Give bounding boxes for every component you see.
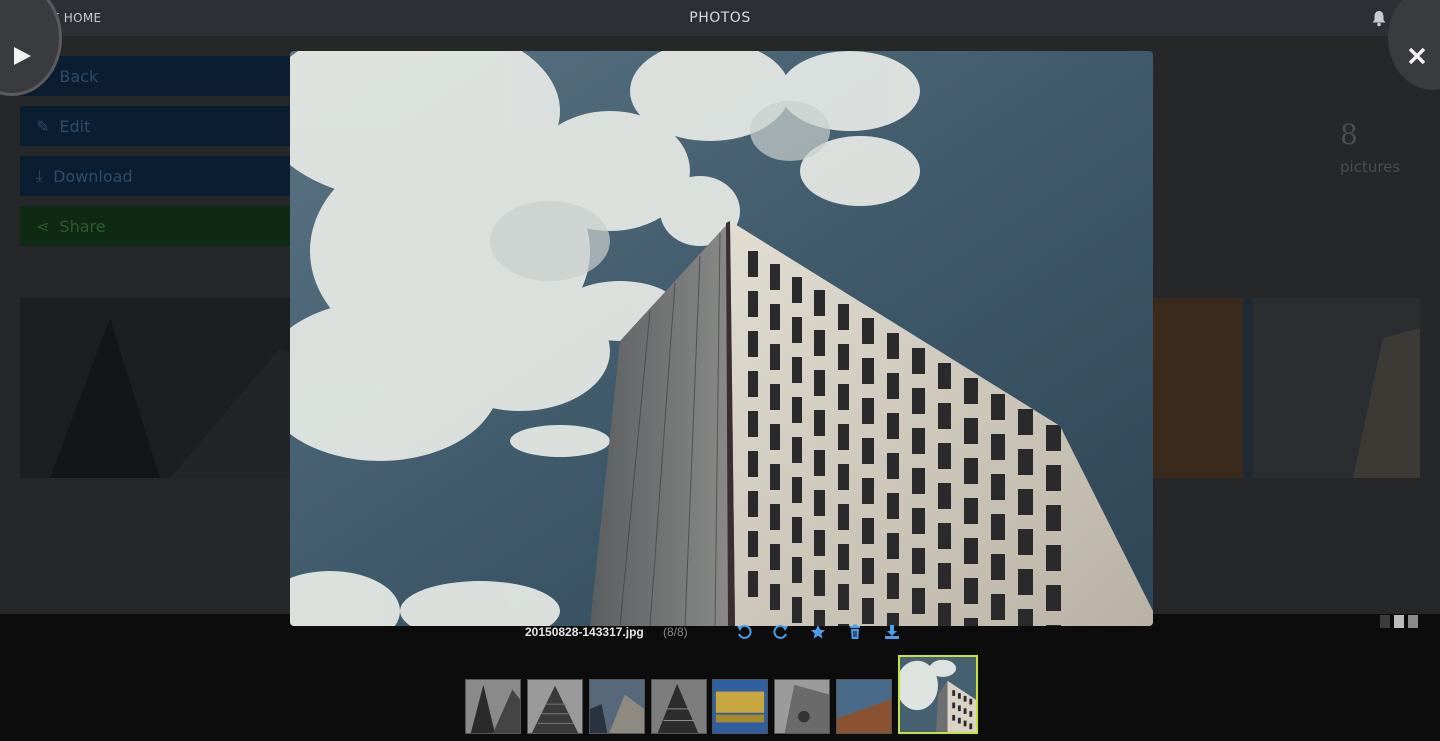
thumbnail-2[interactable] bbox=[527, 679, 583, 734]
back-button-label: Back bbox=[59, 66, 99, 86]
back-button[interactable]: ← Back bbox=[20, 56, 320, 96]
thumbnail-image bbox=[837, 680, 891, 733]
thumbnail-image bbox=[652, 680, 706, 733]
thumbnail-5[interactable] bbox=[712, 679, 768, 734]
rotate-right-icon[interactable] bbox=[773, 624, 789, 640]
thumbnail-image bbox=[528, 680, 582, 733]
photo-filename: 20150828-143317.jpg bbox=[525, 625, 644, 639]
view-toggle-icon[interactable] bbox=[1408, 615, 1418, 628]
rotate-left-icon[interactable] bbox=[736, 624, 752, 640]
thumbnail-6[interactable] bbox=[774, 679, 830, 734]
picture-count: 8 bbox=[1340, 118, 1358, 151]
thumbnail-image bbox=[590, 680, 644, 733]
thumbnail-image bbox=[466, 680, 520, 733]
photo-counter: (8/8) bbox=[663, 625, 688, 639]
thumbnail-image bbox=[713, 680, 767, 733]
picture-count-label: pictures bbox=[1340, 158, 1401, 176]
download-icon: ⤓ bbox=[36, 166, 44, 185]
bell-icon[interactable] bbox=[1370, 9, 1388, 27]
edit-button-label: Edit bbox=[59, 116, 91, 136]
page-title: PHOTOS bbox=[689, 10, 751, 26]
top-bar: BACK HOME PHOTOS bbox=[0, 0, 1440, 36]
view-toggle-icon[interactable] bbox=[1394, 615, 1404, 628]
share-button[interactable]: ⋖ Share bbox=[20, 206, 320, 246]
close-icon[interactable] bbox=[1408, 47, 1426, 65]
main-photo bbox=[290, 51, 1153, 626]
thumbnail-8-active[interactable] bbox=[898, 655, 978, 734]
view-toggle-icon[interactable] bbox=[1380, 615, 1390, 628]
background-photo bbox=[1153, 298, 1420, 478]
edit-button[interactable]: ✎ Edit bbox=[20, 106, 320, 146]
thumbnail-4[interactable] bbox=[651, 679, 707, 734]
play-icon[interactable] bbox=[12, 46, 32, 66]
building-photo bbox=[290, 51, 1153, 626]
star-icon[interactable] bbox=[810, 624, 826, 640]
thumbnail-7[interactable] bbox=[836, 679, 892, 734]
thumbnail-1[interactable] bbox=[465, 679, 521, 734]
thumbnail-image bbox=[900, 657, 976, 732]
download-button-label: Download bbox=[53, 166, 133, 186]
thumbnail-image bbox=[775, 680, 829, 733]
thumbnail-3[interactable] bbox=[589, 679, 645, 734]
download-button[interactable]: ⤓ Download bbox=[20, 156, 320, 196]
trash-icon[interactable] bbox=[847, 624, 863, 640]
share-button-label: Share bbox=[59, 216, 106, 236]
share-icon: ⋖ bbox=[36, 216, 50, 236]
background-photo bbox=[20, 298, 320, 478]
download-icon[interactable] bbox=[884, 624, 900, 640]
edit-icon: ✎ bbox=[36, 116, 50, 136]
